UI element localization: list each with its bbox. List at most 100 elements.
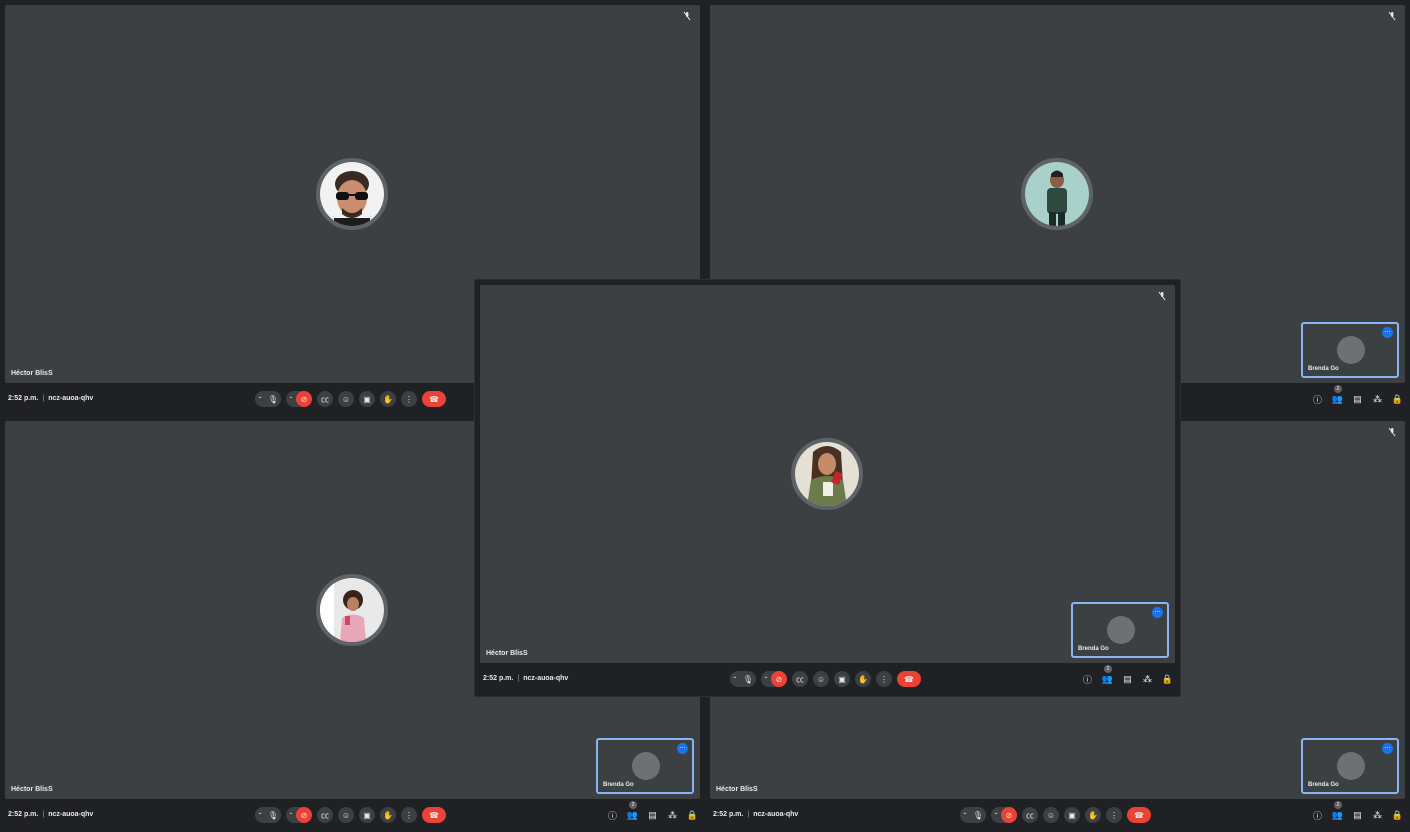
microphone-icon[interactable]: 🎙 [970,807,986,823]
captions-icon[interactable]: ㏄ [1022,807,1038,823]
people-icon[interactable]: 👥 2 [1332,801,1343,821]
participant-count-badge: 2 [1334,801,1342,809]
more-options-icon[interactable]: ⋮ [401,807,417,823]
emoji-icon[interactable]: ☺ [338,807,354,823]
side-controls: ⓘ 👥 2 ▤ ⁂ 🔒 [1312,385,1403,405]
self-name-label: Héctor BlisS [486,650,528,657]
meeting-time: 2:52 p.m. [8,811,39,818]
meeting-clock: 2:52 p.m. | ncz-auoa-qhv [8,395,94,402]
emoji-icon[interactable]: ☺ [813,671,829,687]
participant-avatar [791,438,863,510]
mic-group[interactable]: ⌃ 🎙 [255,391,281,407]
activities-icon[interactable]: ⁂ [1372,810,1383,821]
camera-group[interactable]: ⌃ ⊘ [286,391,312,407]
microphone-icon[interactable]: 🎙 [265,807,281,823]
people-icon[interactable]: 👥 2 [1102,665,1113,685]
more-options-icon[interactable]: … [1152,607,1163,618]
chat-icon[interactable]: ▤ [1122,674,1133,685]
people-icon[interactable]: 👥 2 [1332,385,1343,405]
activities-icon[interactable]: ⁂ [1142,674,1153,685]
more-options-icon[interactable]: ⋮ [1106,807,1122,823]
chevron-up-icon: ⌃ [257,812,263,819]
control-bar: 2:52 p.m. | ncz-auoa-qhv ⌃ 🎙 ⌃ ⊘ ㏄ ☺ ▣ ✋ ⋮ ☎… [705,800,1410,832]
end-call-icon[interactable]: ☎ [422,391,446,407]
muted-mic-icon [1387,427,1397,437]
end-call-icon[interactable]: ☎ [1127,807,1151,823]
info-icon[interactable]: ⓘ [607,810,618,821]
captions-icon[interactable]: ㏄ [317,391,333,407]
present-screen-icon[interactable]: ▣ [359,391,375,407]
chevron-up-icon: ⌃ [288,396,294,403]
mic-group[interactable]: ⌃ 🎙 [960,807,986,823]
more-options-icon[interactable]: … [677,743,688,754]
self-preview[interactable]: … Brenda Go [1301,738,1399,794]
self-preview-avatar [1337,336,1365,364]
camera-group[interactable]: ⌃ ⊘ [761,671,787,687]
end-call-icon[interactable]: ☎ [422,807,446,823]
side-controls: ⓘ 👥 2 ▤ ⁂ 🔒 [607,801,698,821]
raise-hand-icon[interactable]: ✋ [855,671,871,687]
emoji-icon[interactable]: ☺ [1043,807,1059,823]
meeting-code: ncz-auoa-qhv [48,395,94,402]
info-icon[interactable]: ⓘ [1312,810,1323,821]
meeting-code: ncz-auoa-qhv [523,675,569,682]
info-icon[interactable]: ⓘ [1312,394,1323,405]
self-preview-avatar [1107,616,1135,644]
raise-hand-icon[interactable]: ✋ [380,807,396,823]
captions-icon[interactable]: ㏄ [317,807,333,823]
chevron-up-icon: ⌃ [993,812,999,819]
activities-icon[interactable]: ⁂ [667,810,678,821]
self-preview-name: Brenda Go [603,782,634,788]
mic-group[interactable]: ⌃ 🎙 [730,671,756,687]
camera-off-icon[interactable]: ⊘ [296,807,312,823]
video-tile: … Brenda Go Héctor BlisS [480,285,1175,663]
self-preview[interactable]: … Brenda Go [596,738,694,794]
camera-off-icon[interactable]: ⊘ [771,671,787,687]
participant-count-badge: 2 [1334,385,1342,393]
mic-group[interactable]: ⌃ 🎙 [255,807,281,823]
present-screen-icon[interactable]: ▣ [359,807,375,823]
muted-mic-icon [1387,11,1397,21]
info-icon[interactable]: ⓘ [1082,674,1093,685]
meeting-code: ncz-auoa-qhv [753,811,799,818]
more-options-icon[interactable]: … [1382,327,1393,338]
more-options-icon[interactable]: … [1382,743,1393,754]
host-controls-icon[interactable]: 🔒 [687,810,698,821]
camera-group[interactable]: ⌃ ⊘ [991,807,1017,823]
camera-group[interactable]: ⌃ ⊘ [286,807,312,823]
more-options-icon[interactable]: ⋮ [401,391,417,407]
meeting-clock: 2:52 p.m. | ncz-auoa-qhv [483,675,569,682]
activities-icon[interactable]: ⁂ [1372,394,1383,405]
chat-icon[interactable]: ▤ [1352,810,1363,821]
camera-off-icon[interactable]: ⊘ [296,391,312,407]
host-controls-icon[interactable]: 🔒 [1162,674,1173,685]
meeting-time: 2:52 p.m. [713,811,744,818]
end-call-icon[interactable]: ☎ [897,671,921,687]
microphone-icon[interactable]: 🎙 [265,391,281,407]
participant-avatar [316,158,388,230]
call-controls: ⌃ 🎙 ⌃ ⊘ ㏄ ☺ ▣ ✋ ⋮ ☎ [255,807,446,823]
host-controls-icon[interactable]: 🔒 [1392,394,1403,405]
raise-hand-icon[interactable]: ✋ [380,391,396,407]
control-bar: 2:52 p.m. | ncz-auoa-qhv ⌃ 🎙 ⌃ ⊘ ㏄ ☺ ▣ ✋ ⋮ ☎… [475,664,1180,696]
present-screen-icon[interactable]: ▣ [834,671,850,687]
more-options-icon[interactable]: ⋮ [876,671,892,687]
self-preview[interactable]: … Brenda Go [1301,322,1399,378]
emoji-icon[interactable]: ☺ [338,391,354,407]
meeting-code: ncz-auoa-qhv [48,811,94,818]
microphone-icon[interactable]: 🎙 [740,671,756,687]
self-name-label: Héctor BlisS [11,370,53,377]
captions-icon[interactable]: ㏄ [792,671,808,687]
host-controls-icon[interactable]: 🔒 [1392,810,1403,821]
chat-icon[interactable]: ▤ [1352,394,1363,405]
muted-mic-icon [1157,291,1167,301]
chevron-up-icon: ⌃ [732,676,738,683]
chat-icon[interactable]: ▤ [647,810,658,821]
chevron-up-icon: ⌃ [257,396,263,403]
self-preview[interactable]: … Brenda Go [1071,602,1169,658]
raise-hand-icon[interactable]: ✋ [1085,807,1101,823]
present-screen-icon[interactable]: ▣ [1064,807,1080,823]
people-icon[interactable]: 👥 2 [627,801,638,821]
self-name-label: Héctor BlisS [716,786,758,793]
camera-off-icon[interactable]: ⊘ [1001,807,1017,823]
